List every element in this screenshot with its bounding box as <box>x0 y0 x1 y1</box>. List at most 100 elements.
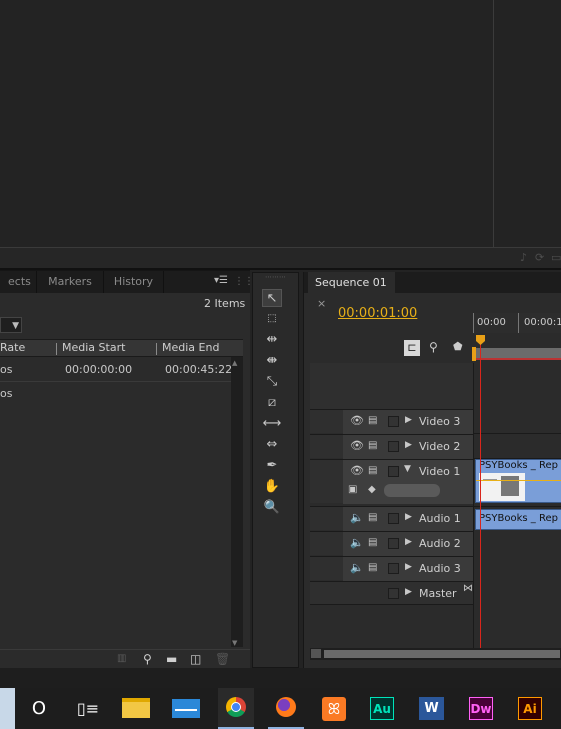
zoom-icon[interactable]: 🔍 <box>262 499 282 517</box>
time-ruler[interactable]: 00:00 00:00:1 <box>473 313 561 333</box>
timecode-display[interactable]: 00:00:01:00 <box>338 306 417 321</box>
tools-grip[interactable]: ⋯⋯⋯ <box>253 273 298 281</box>
illustrator-icon[interactable]: Ai <box>518 697 542 720</box>
slide-icon[interactable]: ⇔ <box>262 436 282 454</box>
grip-icon[interactable]: ⋮⋮ <box>234 271 254 293</box>
speaker-icon[interactable]: 🔈 <box>350 536 364 549</box>
eye-icon[interactable]: 👁 <box>350 439 364 452</box>
word-icon[interactable]: W <box>419 697 444 720</box>
eye-icon[interactable]: 👁 <box>350 464 364 477</box>
lock-toggle[interactable] <box>388 538 399 549</box>
file-explorer-icon[interactable] <box>122 698 150 718</box>
video-clip[interactable]: PSYBooks _ Rep <box>475 459 561 503</box>
pen-icon[interactable]: ✒ <box>262 457 282 475</box>
cortana-icon[interactable]: O <box>22 688 56 729</box>
scroll-thumb[interactable] <box>324 650 560 658</box>
timeline-scrollbar[interactable] <box>310 648 561 660</box>
sync-lock-icon[interactable]: ▤ <box>368 562 377 573</box>
speaker-icon[interactable]: 🔈 <box>350 511 364 524</box>
scroll-left-handle[interactable] <box>311 649 321 658</box>
xampp-icon[interactable]: ꕤ <box>322 697 346 721</box>
new-item-icon[interactable]: ◫ <box>190 652 201 666</box>
export-frame-icon[interactable]: ♪ <box>520 251 527 264</box>
track-master[interactable]: ▶ Master ⋈ <box>310 581 473 605</box>
expand-arrow-icon[interactable]: ▶ <box>405 562 412 572</box>
playhead[interactable] <box>480 338 481 648</box>
keyframe-navigator[interactable] <box>384 484 440 497</box>
mail-icon[interactable] <box>172 699 200 718</box>
razor-icon[interactable]: ⧄ <box>262 394 282 412</box>
track-audio-3[interactable]: 🔈 ▤ ▶ Audio 3 <box>310 556 473 581</box>
task-view-icon[interactable]: ▯≡ <box>71 688 105 729</box>
eye-icon[interactable]: 👁 <box>350 414 364 427</box>
lock-toggle[interactable] <box>388 563 399 574</box>
automate-icon[interactable]: ▥ <box>117 653 126 664</box>
expand-arrow-icon[interactable]: ▶ <box>405 537 412 547</box>
settings-icon[interactable]: ▭ <box>551 251 561 264</box>
column-media-start[interactable]: Media Start <box>62 341 125 354</box>
search-dropdown[interactable]: ▼ <box>0 317 22 333</box>
work-area-bar[interactable] <box>473 348 561 360</box>
list-item[interactable]: os 00:00:00:00 00:00:45:22 <box>0 358 232 382</box>
add-marker-icon[interactable]: ⬟ <box>453 340 463 353</box>
column-media-end[interactable]: Media End <box>162 341 219 354</box>
trash-icon[interactable]: 🗑 <box>215 652 230 666</box>
rate-stretch-icon[interactable]: ⤡ <box>262 373 282 391</box>
work-area-start[interactable] <box>472 347 476 361</box>
expand-arrow-icon[interactable]: ▶ <box>405 512 412 522</box>
track-audio-1[interactable]: 🔈 ▤ ▶ Audio 1 <box>310 506 473 531</box>
sync-lock-icon[interactable]: ▤ <box>368 512 377 523</box>
track-video-2[interactable]: 👁 ▤ ▶ Video 2 <box>310 434 473 459</box>
slip-icon[interactable]: ⟷ <box>262 415 282 433</box>
master-link-icon[interactable]: ⋈ <box>463 583 473 594</box>
expand-arrow-icon[interactable]: ▶ <box>405 415 412 425</box>
audition-icon[interactable]: Au <box>370 697 394 720</box>
chrome-taskbar-item[interactable] <box>218 688 254 729</box>
hand-icon[interactable]: ✋ <box>262 478 282 496</box>
expand-arrow-icon[interactable]: ▶ <box>405 440 412 450</box>
loop-icon[interactable]: ⟳ <box>535 251 544 264</box>
sync-lock-icon[interactable]: ▤ <box>368 537 377 548</box>
find-icon[interactable]: ⚲ <box>143 652 152 666</box>
start-preview-icon[interactable] <box>0 688 15 729</box>
sync-lock-icon[interactable]: ▤ <box>368 415 377 426</box>
track-video-1[interactable]: 👁 ▤ ▼ Video 1 ▣ ◆ <box>310 459 473 504</box>
keyframe-icon[interactable]: ◆ <box>368 484 376 495</box>
new-bin-icon[interactable]: ▬ <box>166 652 177 666</box>
tab-history[interactable]: History <box>104 271 164 293</box>
marker-icon[interactable]: ⚲ <box>429 340 438 354</box>
ripple-edit-icon[interactable]: ⇹ <box>262 331 282 349</box>
track-video-3[interactable]: 👁 ▤ ▶ Video 3 <box>310 409 473 434</box>
lock-toggle[interactable] <box>388 441 399 452</box>
vertical-scrollbar[interactable]: ▲ ▼ <box>231 357 243 647</box>
rolling-edit-icon[interactable]: ⇼ <box>262 352 282 370</box>
tab-sequence-01[interactable]: Sequence 01 × <box>308 272 395 310</box>
display-style-icon[interactable]: ▣ <box>348 484 357 495</box>
sync-lock-icon[interactable]: ▤ <box>368 465 377 476</box>
panel-menu-icon[interactable]: ▾☰ <box>214 275 232 289</box>
track-audio-2[interactable]: 🔈 ▤ ▶ Audio 2 <box>310 531 473 556</box>
tab-markers[interactable]: Markers <box>37 271 104 293</box>
lock-toggle[interactable] <box>388 416 399 427</box>
list-item[interactable]: os <box>0 383 231 407</box>
snap-icon[interactable]: ⊏ <box>404 340 420 356</box>
scroll-down-arrow[interactable]: ▼ <box>232 639 237 647</box>
close-icon[interactable]: × <box>317 297 326 310</box>
selection-tool-icon[interactable]: ↖ <box>262 289 282 307</box>
lock-toggle[interactable] <box>388 513 399 524</box>
dreamweaver-icon[interactable]: Dw <box>469 697 493 720</box>
column-rate[interactable]: Rate <box>0 341 25 354</box>
lock-toggle[interactable] <box>388 466 399 477</box>
collapse-arrow-icon[interactable]: ▼ <box>404 464 411 474</box>
expand-arrow-icon[interactable]: ▶ <box>405 587 412 597</box>
speaker-icon[interactable]: 🔈 <box>350 561 364 574</box>
scroll-up-arrow[interactable]: ▲ <box>232 359 237 367</box>
tab-effects[interactable]: ects <box>0 271 37 293</box>
audio-clip[interactable]: PSYBooks _ Rep <box>475 509 561 530</box>
lock-toggle[interactable] <box>388 588 399 599</box>
column-separator <box>56 343 57 355</box>
firefox-taskbar-item[interactable] <box>268 688 304 729</box>
track-select-icon[interactable]: ⬚ <box>262 310 282 328</box>
playhead-handle-icon[interactable] <box>476 335 485 345</box>
sync-lock-icon[interactable]: ▤ <box>368 440 377 451</box>
